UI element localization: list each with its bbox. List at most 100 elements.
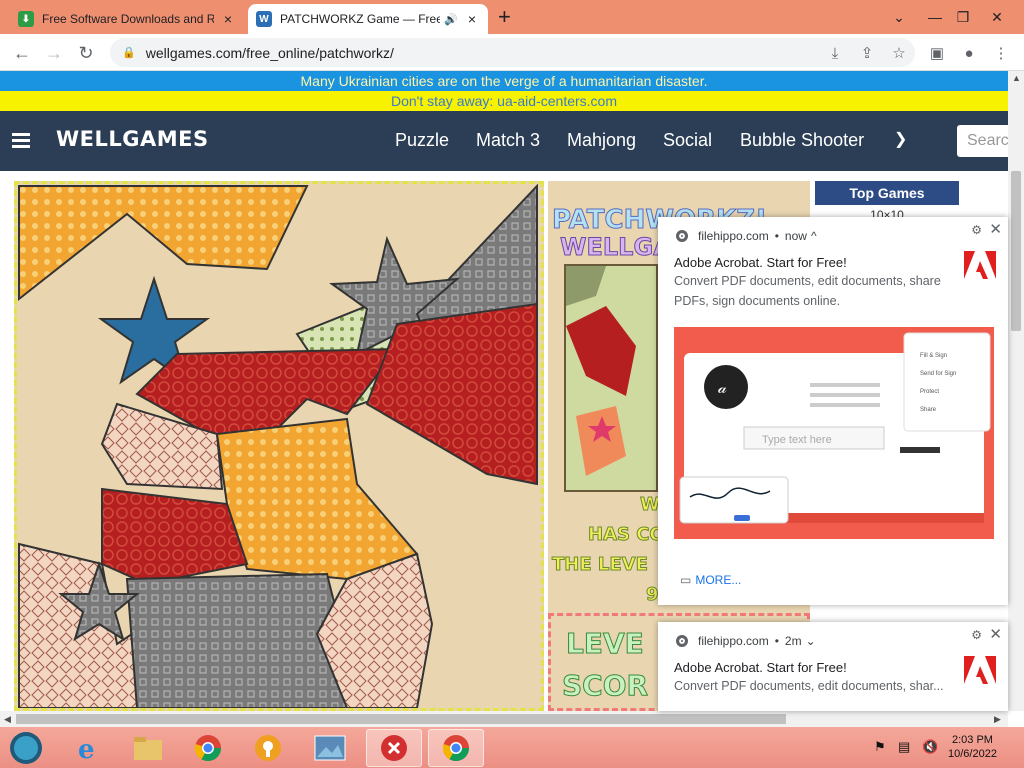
notification-time: 2m	[784, 634, 802, 648]
settings-gear-icon[interactable]: ⚙	[971, 223, 982, 237]
game-subtitle: WELLGA	[560, 233, 673, 262]
top-games-header: Top Games	[815, 181, 959, 205]
tab-filehippo[interactable]: ⬇ Free Software Downloads and Re ×	[10, 4, 244, 34]
more-button[interactable]: ▭ MORE...	[680, 573, 741, 587]
url-text: wellgames.com/free_online/patchworkz/	[145, 44, 394, 61]
scroll-right-icon[interactable]: ▶	[994, 714, 1001, 725]
restore-button[interactable]: ❐	[946, 0, 980, 34]
game-message-line4: 9	[646, 584, 659, 606]
patchwork-puzzle	[18, 184, 538, 708]
notification-title: Adobe Acrobat. Start for Free!	[674, 660, 847, 675]
notification-image: 𝒶 Type text here Fill & Sign Send for Si…	[674, 327, 994, 539]
share-icon[interactable]: ⇪	[856, 42, 878, 64]
network-icon[interactable]: ▤	[898, 739, 910, 755]
nav-mahjong[interactable]: Mahjong	[567, 130, 636, 151]
send-sign-label: Send for Sign	[920, 371, 956, 377]
notification-header: filehippo.com • now ^	[676, 229, 817, 243]
chrome-icon	[676, 635, 688, 647]
fill-sign-label: Fill & Sign	[920, 353, 947, 359]
close-tab-icon[interactable]: ×	[220, 11, 236, 27]
lock-icon[interactable]: 🔒	[122, 46, 136, 59]
error-app-icon[interactable]	[366, 729, 422, 767]
profile-icon[interactable]: ●	[958, 42, 980, 64]
level-label: LEVE	[566, 627, 645, 661]
acrobat-promo-image: 𝒶 Type text here Fill & Sign Send for Si…	[674, 327, 994, 539]
vertical-scrollbar[interactable]: ▲	[1008, 71, 1024, 711]
chrome-icon	[676, 230, 688, 242]
notification-card[interactable]: filehippo.com • now ^ ⚙ ✕ Adobe Acrobat.…	[658, 217, 1008, 605]
browser-toolbar: ← → ↻ 🔒 wellgames.com/free_online/patchw…	[0, 34, 1024, 71]
score-label: SCOR	[561, 669, 649, 703]
notification-header: filehippo.com • 2m ⌄	[676, 634, 816, 648]
ukraine-banner-line1[interactable]: Many Ukrainian cities are on the verge o…	[0, 71, 1008, 91]
game-board[interactable]	[14, 181, 544, 711]
site-logo[interactable]: WELLGAMES	[56, 127, 209, 151]
forward-icon[interactable]: →	[42, 41, 66, 65]
chevron-down-icon[interactable]: ❯	[894, 129, 907, 149]
hamburger-menu-icon[interactable]	[12, 133, 30, 148]
volume-muted-icon[interactable]: 🔇	[922, 739, 938, 755]
notification-title: Adobe Acrobat. Start for Free!	[674, 255, 847, 270]
menu-kebab-icon[interactable]: ⋮	[990, 42, 1012, 64]
settings-gear-icon[interactable]: ⚙	[971, 628, 982, 642]
notification-source: filehippo.com	[698, 634, 769, 648]
game-message-line2: HAS CO	[588, 524, 666, 546]
svg-text:𝒶: 𝒶	[718, 378, 727, 397]
expand-icon[interactable]: ^	[811, 229, 817, 243]
nav-match3[interactable]: Match 3	[476, 130, 540, 151]
vertical-scroll-thumb[interactable]	[1011, 171, 1021, 331]
clock-date: 10/6/2022	[948, 748, 997, 760]
photos-icon[interactable]	[302, 729, 358, 767]
horizontal-scroll-thumb[interactable]	[16, 714, 786, 724]
expand-icon[interactable]: ⌄	[806, 634, 816, 648]
bookmark-star-icon[interactable]: ☆	[888, 42, 910, 64]
notification-body: Convert PDF documents, edit documents, s…	[674, 679, 944, 693]
nav-bubble-shooter[interactable]: Bubble Shooter	[740, 130, 864, 151]
back-icon[interactable]: ←	[10, 41, 34, 65]
close-tab-icon[interactable]: ×	[464, 11, 480, 27]
chrome-icon[interactable]	[428, 729, 484, 767]
adobe-logo-icon	[964, 656, 996, 684]
notification-source: filehippo.com	[698, 229, 769, 243]
protect-label: Protect	[920, 389, 939, 395]
notification-time: now	[784, 229, 807, 243]
game-message-line1: W	[640, 494, 661, 516]
tab-patchworkz[interactable]: W PATCHWORKZ Game — Free 🔊 ×	[248, 4, 488, 34]
puzzle-preview	[564, 264, 658, 492]
tab-title: Free Software Downloads and Re	[42, 12, 214, 26]
chrome-icon[interactable]	[180, 729, 236, 767]
vpn-icon[interactable]	[240, 729, 296, 767]
notification-card[interactable]: filehippo.com • 2m ⌄ ⚙ ✕ Adobe Acrobat. …	[658, 622, 1008, 711]
ie-icon[interactable]: e	[60, 729, 116, 767]
preview-image	[566, 266, 656, 490]
wellgames-icon: W	[256, 11, 272, 27]
install-app-icon[interactable]: ⤓	[824, 42, 846, 64]
windows-taskbar: e ⚑ ▤ 🔇 2:03 PM 10/6/2022	[0, 727, 1024, 768]
audio-icon[interactable]: 🔊	[444, 13, 458, 26]
new-tab-button[interactable]: +	[498, 6, 511, 28]
system-clock[interactable]: 2:03 PM 10/6/2022	[948, 733, 997, 761]
share-label: Share	[920, 407, 937, 413]
address-bar[interactable]: 🔒 wellgames.com/free_online/patchworkz/	[110, 38, 915, 67]
side-panel-icon[interactable]: ▣	[926, 42, 948, 64]
tab-search-button[interactable]: ⌄	[882, 0, 916, 34]
ukraine-banner-line2[interactable]: Don't stay away: ua-aid-centers.com	[0, 91, 1008, 111]
nav-puzzle[interactable]: Puzzle	[395, 130, 449, 151]
close-icon[interactable]: ✕	[989, 625, 1002, 643]
nav-social[interactable]: Social	[663, 130, 712, 151]
svg-text:e: e	[78, 735, 95, 762]
close-window-button[interactable]: ✕	[980, 0, 1014, 34]
action-center-flag-icon[interactable]: ⚑	[874, 739, 886, 755]
close-icon[interactable]: ✕	[989, 220, 1002, 238]
reload-icon[interactable]: ↻	[74, 41, 98, 65]
start-button[interactable]	[0, 729, 52, 767]
tab-title: PATCHWORKZ Game — Free	[280, 12, 441, 26]
clock-time: 2:03 PM	[951, 734, 993, 746]
horizontal-scrollbar[interactable]: ◀ ▶	[0, 711, 1008, 727]
scroll-up-icon[interactable]: ▲	[1012, 73, 1021, 83]
tab-strip: ⬇ Free Software Downloads and Re × W PAT…	[0, 0, 1024, 34]
filehippo-icon: ⬇	[18, 11, 34, 27]
notification-body: Convert PDF documents, edit documents, s…	[674, 274, 941, 308]
scroll-left-icon[interactable]: ◀	[4, 714, 11, 725]
file-explorer-icon[interactable]	[120, 729, 176, 767]
